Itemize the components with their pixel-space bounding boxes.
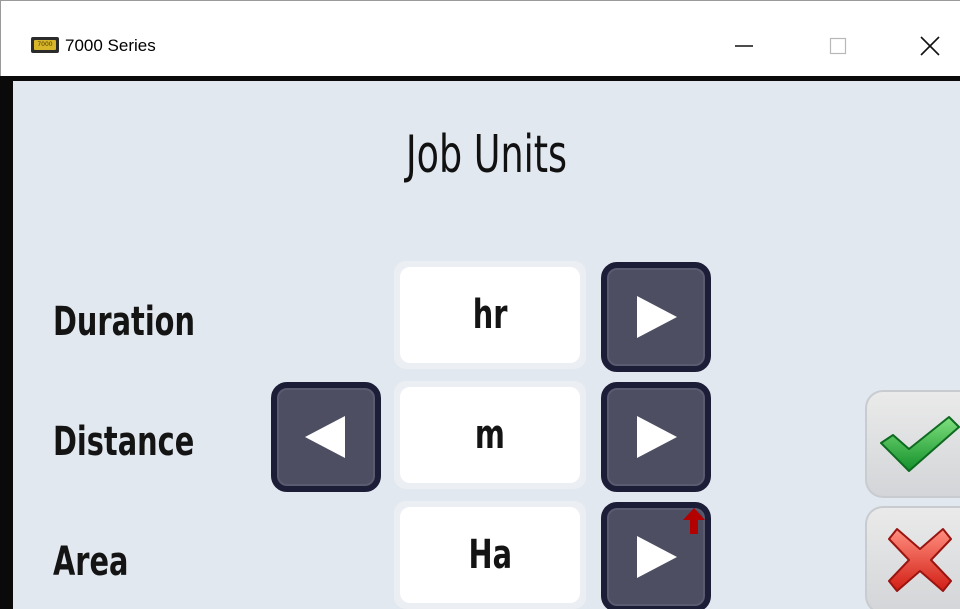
cursor-arrow-icon xyxy=(683,508,705,534)
window-title: 7000 Series xyxy=(65,36,156,55)
close-icon xyxy=(920,36,940,56)
distance-prev-button[interactable] xyxy=(271,382,381,492)
distance-label: Distance xyxy=(53,419,195,465)
checkmark-icon xyxy=(880,416,960,472)
minimize-icon xyxy=(735,45,753,47)
minimize-button[interactable] xyxy=(721,23,767,69)
duration-label: Duration xyxy=(53,299,195,345)
cancel-button[interactable] xyxy=(865,506,960,609)
triangle-right-icon xyxy=(637,416,677,458)
area-value-box: Ha xyxy=(394,501,586,609)
area-value: Ha xyxy=(468,532,512,578)
confirm-button[interactable] xyxy=(865,390,960,498)
window-titlebar: 7000 7000 Series xyxy=(0,0,960,76)
app-icon: 7000 xyxy=(31,37,59,53)
app-icon-text: 7000 xyxy=(37,41,53,48)
triangle-left-icon xyxy=(305,416,345,458)
x-icon xyxy=(888,528,952,592)
duration-value-box: hr xyxy=(394,261,586,369)
duration-value: hr xyxy=(472,292,508,338)
distance-value-box: m xyxy=(394,381,586,489)
page-title: Job Units xyxy=(405,125,568,185)
area-label: Area xyxy=(53,539,129,585)
triangle-right-icon xyxy=(637,536,677,578)
distance-value: m xyxy=(474,412,506,458)
duration-next-button[interactable] xyxy=(601,262,711,372)
triangle-right-icon xyxy=(637,296,677,338)
maximize-button[interactable] xyxy=(815,23,861,69)
distance-next-button[interactable] xyxy=(601,382,711,492)
close-button[interactable] xyxy=(907,23,953,69)
job-units-panel: Job Units Duration hr Distance m Area Ha xyxy=(0,76,960,609)
maximize-icon xyxy=(829,37,847,55)
